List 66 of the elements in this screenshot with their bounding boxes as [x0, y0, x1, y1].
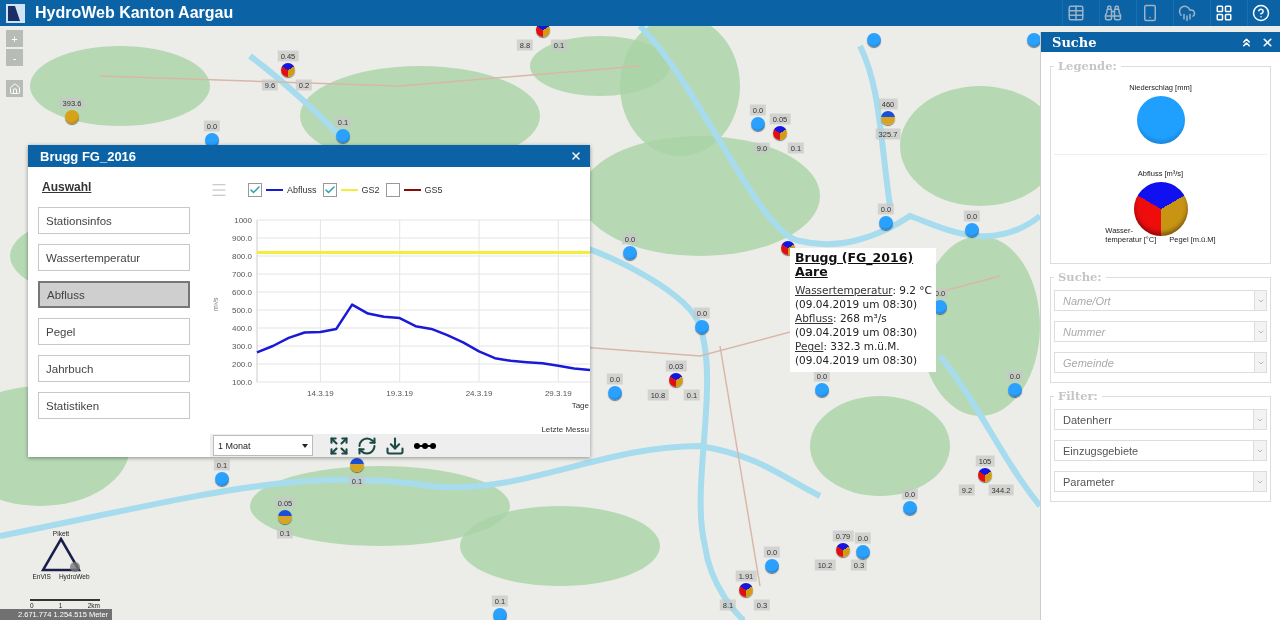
- group-title: Legende:: [1057, 59, 1118, 73]
- rain-marker-icon: [1136, 96, 1185, 144]
- y-tick-label: 900.0: [231, 234, 252, 244]
- measurement-time: (09.04.2019 um 08:30): [795, 296, 919, 311]
- legend-label: GS5: [424, 185, 443, 195]
- y-tick-label: 800.0: [231, 252, 252, 262]
- x-tick-label: 29.3.19: [544, 389, 572, 399]
- y-tick-label: 300.0: [231, 342, 252, 352]
- rain-marker-icon[interactable]: [493, 608, 507, 620]
- y-tick-label: 500.0: [231, 306, 252, 316]
- group-title: Filter:: [1057, 389, 1099, 403]
- close-icon[interactable]: [1261, 35, 1274, 49]
- menu-button[interactable]: Abfluss: [38, 281, 190, 308]
- y-tick-label: 100.0: [231, 378, 252, 388]
- refresh-icon[interactable]: [357, 435, 377, 456]
- home-button[interactable]: [6, 80, 23, 97]
- filter-select[interactable]: Datenherr: [1054, 409, 1267, 430]
- menu-button[interactable]: Statistiken: [38, 392, 190, 419]
- expand-icon[interactable]: [329, 435, 349, 456]
- x-tick-label: 19.3.19: [386, 389, 414, 399]
- group-title: Suche:: [1057, 270, 1103, 284]
- pie-marker-icon: [1133, 182, 1188, 236]
- x-tick-label: 24.3.19: [465, 389, 493, 399]
- filter-select[interactable]: Parameter: [1054, 471, 1267, 492]
- legend-checkbox[interactable]: [322, 183, 337, 197]
- measurement-time: (09.04.2019 um 08:30): [795, 325, 919, 340]
- legend-checkbox[interactable]: [385, 183, 400, 197]
- download-icon[interactable]: [385, 435, 405, 456]
- search-field[interactable]: Nummer: [1054, 321, 1254, 342]
- legend-label: GS2: [361, 185, 380, 195]
- y-tick-label: 400.0: [231, 324, 252, 334]
- collapse-icon[interactable]: [1240, 35, 1253, 49]
- measurement-text: Pegel: 332.3 m.ü.M.: [795, 339, 901, 354]
- menu-button[interactable]: Stationsinfos: [38, 207, 190, 234]
- menu-icon[interactable]: [210, 181, 228, 199]
- y-tick-label: 1000: [234, 216, 252, 226]
- filter-select[interactable]: Einzugsgebiete: [1054, 440, 1267, 461]
- dialog-title: Brugg FG_2016: [40, 148, 138, 164]
- y-tick-label: 700.0: [231, 270, 252, 280]
- caret-icon: [302, 443, 308, 448]
- menu-button[interactable]: Pegel: [38, 318, 190, 345]
- menu-heading: Auswahl: [42, 180, 93, 194]
- triangle-logo-icon: [41, 537, 81, 573]
- search-field[interactable]: Name/Ort: [1054, 290, 1254, 311]
- search-field[interactable]: Gemeinde: [1054, 352, 1254, 373]
- station-link[interactable]: Brugg (FG_2016): [795, 251, 932, 265]
- measurement-text: Abfluss: 268 m³/s: [795, 310, 888, 325]
- y-tick-label: 600.0: [231, 288, 252, 298]
- app-title: HydroWeb Kanton Aargau: [35, 4, 235, 22]
- river-link[interactable]: Aare: [795, 264, 932, 279]
- x-axis-label: Tage: [571, 401, 589, 411]
- close-icon[interactable]: [570, 150, 582, 162]
- logo-icon: [6, 3, 25, 23]
- panel-title: Suche: [1052, 34, 1098, 50]
- legend-checkbox[interactable]: [248, 183, 262, 197]
- measurement-time: (09.04.2019 um 08:30): [795, 353, 919, 368]
- axis-note: Letzte Messu: [541, 425, 589, 435]
- menu-button[interactable]: Wassertemperatur: [38, 244, 190, 271]
- menu-button[interactable]: Jahrbuch: [38, 355, 190, 382]
- x-tick-label: 14.3.19: [307, 389, 334, 399]
- legend-label: Abfluss: [287, 185, 317, 195]
- measurement-text: Wassertemperatur: 9.2 °C: [795, 282, 932, 297]
- y-tick-label: 200.0: [231, 360, 252, 370]
- line-points-icon[interactable]: [413, 441, 437, 450]
- pie-marker-icon[interactable]: [536, 26, 550, 37]
- period-select[interactable]: 1 Monat: [213, 435, 313, 456]
